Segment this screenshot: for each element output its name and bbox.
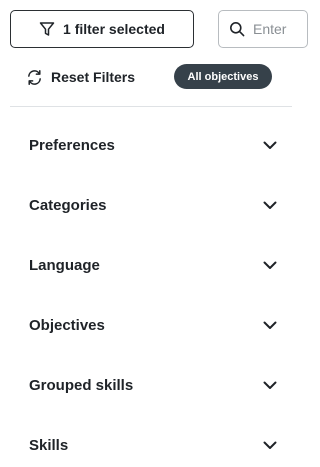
accordion-label: Skills — [29, 436, 69, 454]
accordion-preferences[interactable]: Preferences — [0, 115, 292, 175]
accordion-objectives[interactable]: Objectives — [0, 295, 292, 355]
divider — [10, 106, 292, 107]
chevron-down-icon — [263, 141, 277, 149]
funnel-icon — [39, 22, 55, 36]
search-icon — [230, 22, 245, 37]
filter-accordion: Preferences Categories Language Objectiv… — [0, 115, 292, 467]
accordion-label: Grouped skills — [29, 376, 134, 394]
chevron-down-icon — [263, 441, 277, 449]
accordion-label: Preferences — [29, 136, 115, 154]
accordion-language[interactable]: Language — [0, 235, 292, 295]
reset-filters-button[interactable]: Reset Filters — [26, 66, 135, 88]
accordion-skills[interactable]: Skills — [0, 415, 292, 467]
filter-button-label: 1 filter selected — [63, 21, 165, 37]
accordion-label: Categories — [29, 196, 107, 214]
filter-button[interactable]: 1 filter selected — [10, 10, 194, 48]
reset-filters-label: Reset Filters — [51, 69, 136, 85]
accordion-grouped-skills[interactable]: Grouped skills — [0, 355, 292, 415]
chevron-down-icon — [263, 381, 277, 389]
all-objectives-pill[interactable]: All objectives — [174, 64, 272, 89]
search-field[interactable] — [218, 10, 308, 48]
search-input[interactable] — [253, 21, 307, 37]
chevron-down-icon — [263, 321, 277, 329]
chevron-down-icon — [263, 201, 277, 209]
accordion-label: Language — [29, 256, 100, 274]
accordion-label: Objectives — [29, 316, 105, 334]
reset-icon — [28, 69, 41, 85]
chevron-down-icon — [263, 261, 277, 269]
all-objectives-label: All objectives — [187, 70, 259, 83]
accordion-categories[interactable]: Categories — [0, 175, 292, 235]
